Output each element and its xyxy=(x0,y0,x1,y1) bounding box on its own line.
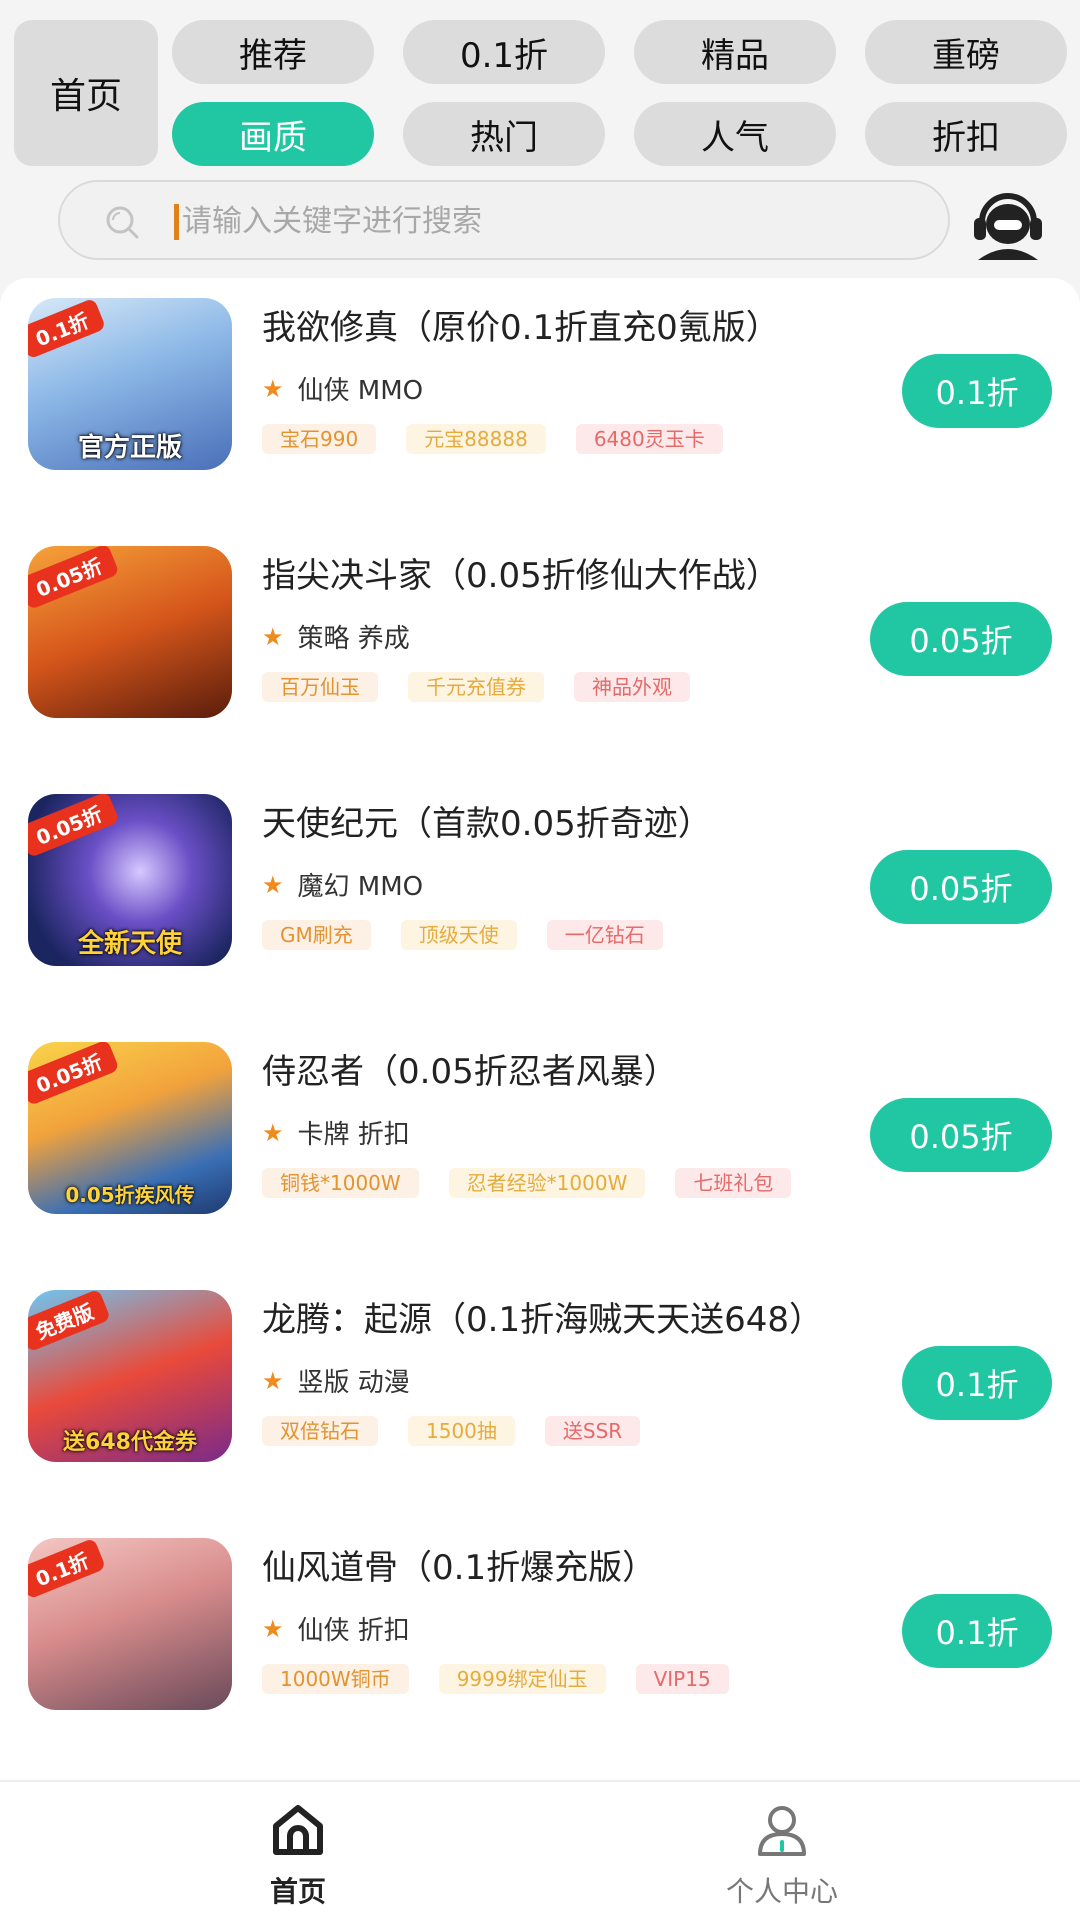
tag: VIP15 xyxy=(635,1664,729,1694)
category-tab-heavyweight[interactable]: 重磅 xyxy=(865,20,1067,84)
tag: 一亿钻石 xyxy=(546,920,663,950)
discount-button[interactable]: 0.1折 xyxy=(902,1346,1052,1420)
discount-button[interactable]: 0.1折 xyxy=(902,354,1052,428)
game-title[interactable]: 我欲修真（原价0.1折直充0氪版） xyxy=(262,300,780,349)
game-genre: ★ 魔幻 MMO xyxy=(262,870,424,903)
game-list-item[interactable]: 0.1折 官方正版 我欲修真（原价0.1折直充0氪版） ★ 仙侠 MMO 宝石99… xyxy=(0,278,1080,526)
game-list-item[interactable]: 0.05折 指尖决斗家（0.05折修仙大作战） ★ 策略 养成 百万仙玉 千元充值… xyxy=(0,526,1080,774)
game-tags: 双倍钻石 1500抽 送SSR xyxy=(262,1416,641,1446)
star-icon: ★ xyxy=(262,1118,284,1147)
tag: 1500抽 xyxy=(408,1416,515,1446)
home-icon xyxy=(273,1805,323,1855)
star-icon: ★ xyxy=(262,622,284,651)
search-icon xyxy=(106,206,139,239)
home-tab[interactable]: 首页 xyxy=(14,20,158,166)
category-tab-0.1-discount[interactable]: 0.1折 xyxy=(403,20,605,84)
game-thumbnail[interactable]: 0.05折 xyxy=(28,546,232,718)
nav-profile[interactable]: 个人中心 xyxy=(702,1792,862,1922)
discount-button[interactable]: 0.05折 xyxy=(870,850,1052,924)
tag: 送SSR xyxy=(544,1416,641,1446)
game-list: 0.1折 官方正版 我欲修真（原价0.1折直充0氪版） ★ 仙侠 MMO 宝石99… xyxy=(0,278,1080,1780)
category-tab-popular[interactable]: 人气 xyxy=(634,102,836,166)
category-tab-premium[interactable]: 精品 xyxy=(634,20,836,84)
game-tags: 1000W铜币 9999绑定仙玉 VIP15 xyxy=(262,1664,729,1694)
game-thumbnail[interactable]: 0.05折 0.05折疾风传 xyxy=(28,1042,232,1214)
game-list-item[interactable]: 0.05折 全新天使 天使纪元（首款0.05折奇迹） ★ 魔幻 MMO GM刷充 … xyxy=(0,774,1080,1022)
tag: 百万仙玉 xyxy=(262,672,378,702)
game-tags: 铜钱*1000W 忍者经验*1000W 七班礼包 xyxy=(262,1168,792,1198)
game-list-item[interactable]: 免费版 送648代金券 龙腾：起源（0.1折海贼天天送648） ★ 竖版 动漫 双… xyxy=(0,1270,1080,1518)
thumb-badge: 免费版 xyxy=(28,1290,111,1353)
nav-home[interactable]: 首页 xyxy=(218,1792,378,1922)
thumb-caption: 送648代金券 xyxy=(63,1430,197,1455)
game-genre: ★ 竖版 动漫 xyxy=(262,1366,410,1399)
thumb-badge: 0.05折 xyxy=(28,1042,120,1107)
tag: 双倍钻石 xyxy=(262,1416,378,1446)
user-icon xyxy=(758,1806,806,1856)
star-icon: ★ xyxy=(262,1366,284,1395)
game-genre: ★ 仙侠 折扣 xyxy=(262,1614,410,1647)
tag: 1000W铜币 xyxy=(262,1664,409,1694)
game-list-item[interactable] xyxy=(0,1766,1080,1780)
thumb-badge: 0.05折 xyxy=(28,546,120,611)
star-icon: ★ xyxy=(262,870,284,899)
tag: 9999绑定仙玉 xyxy=(438,1664,606,1694)
category-tab-hot[interactable]: 热门 xyxy=(403,102,605,166)
star-icon: ★ xyxy=(262,1614,284,1643)
tag: 宝石990 xyxy=(262,424,377,454)
game-list-item[interactable]: 0.05折 0.05折疾风传 侍忍者（0.05折忍者风暴） ★ 卡牌 折扣 铜钱*… xyxy=(0,1022,1080,1270)
nav-label: 首页 xyxy=(269,1875,326,1908)
thumb-badge: 0.05折 xyxy=(28,794,120,859)
game-tags: GM刷充 顶级天使 一亿钻石 xyxy=(262,920,663,950)
nav-label: 个人中心 xyxy=(725,1875,838,1908)
tag: 元宝88888 xyxy=(406,424,546,454)
tag: GM刷充 xyxy=(262,920,371,950)
customer-service-icon[interactable] xyxy=(968,182,1048,262)
tag: 铜钱*1000W xyxy=(262,1168,419,1198)
game-thumbnail[interactable]: 0.05折 全新天使 xyxy=(28,794,232,966)
thumb-caption: 官方正版 xyxy=(77,433,182,463)
category-tab-recommend[interactable]: 推荐 xyxy=(172,20,374,84)
thumb-caption: 0.05折疾风传 xyxy=(65,1183,195,1207)
discount-button[interactable]: 0.05折 xyxy=(870,1098,1052,1172)
game-genre: ★ 仙侠 MMO xyxy=(262,374,424,407)
game-genre: ★ 卡牌 折扣 xyxy=(262,1118,410,1151)
game-title[interactable]: 侍忍者（0.05折忍者风暴） xyxy=(262,1044,678,1093)
star-icon: ★ xyxy=(262,374,284,403)
discount-button[interactable]: 0.1折 xyxy=(902,1594,1052,1668)
tag: 忍者经验*1000W xyxy=(448,1168,646,1198)
tag: 6480灵玉卡 xyxy=(575,424,723,454)
category-tab-discount[interactable]: 折扣 xyxy=(865,102,1067,166)
game-title[interactable]: 指尖决斗家（0.05折修仙大作战） xyxy=(262,548,780,597)
text-cursor xyxy=(174,204,179,240)
search-input[interactable]: 请输入关键字进行搜索 xyxy=(58,180,950,260)
tag: 七班礼包 xyxy=(675,1168,792,1198)
discount-button[interactable]: 0.05折 xyxy=(870,602,1052,676)
game-thumbnail[interactable]: 0.1折 xyxy=(28,1538,232,1710)
game-title[interactable]: 天使纪元（首款0.05折奇迹） xyxy=(262,796,712,845)
tag: 顶级天使 xyxy=(400,920,517,950)
game-title[interactable]: 仙风道骨（0.1折爆充版） xyxy=(262,1540,656,1589)
game-genre: ★ 策略 养成 xyxy=(262,622,410,655)
category-tab-graphics[interactable]: 画质 xyxy=(172,102,374,166)
game-thumbnail[interactable]: 免费版 送648代金券 xyxy=(28,1290,232,1462)
thumb-caption: 全新天使 xyxy=(77,929,182,959)
tag: 神品外观 xyxy=(574,672,690,702)
game-tags: 宝石990 元宝88888 6480灵玉卡 xyxy=(262,424,723,454)
game-tags: 百万仙玉 千元充值券 神品外观 xyxy=(262,672,690,702)
thumb-badge: 0.1折 xyxy=(28,298,107,360)
thumb-badge: 0.1折 xyxy=(28,1538,107,1600)
game-title[interactable]: 龙腾：起源（0.1折海贼天天送648） xyxy=(262,1292,823,1341)
tag: 千元充值券 xyxy=(408,672,544,702)
search-placeholder: 请输入关键字进行搜索 xyxy=(182,204,482,239)
bottom-nav: 首页 个人中心 xyxy=(0,1780,1080,1922)
game-thumbnail[interactable]: 0.1折 官方正版 xyxy=(28,298,232,470)
game-list-item[interactable]: 0.1折 仙风道骨（0.1折爆充版） ★ 仙侠 折扣 1000W铜币 9999绑定… xyxy=(0,1518,1080,1766)
